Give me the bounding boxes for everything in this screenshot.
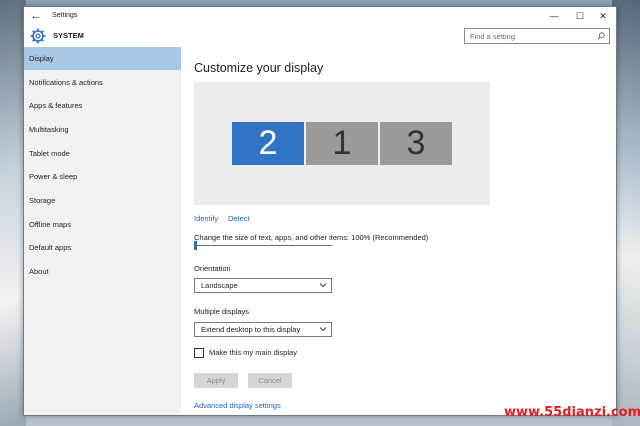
main-display-checkbox[interactable] (194, 348, 204, 358)
scale-slider-thumb[interactable] (194, 241, 197, 250)
gear-icon (30, 28, 46, 44)
sidebar-item-multitasking[interactable]: Multitasking (24, 118, 181, 141)
multiple-displays-label: Multiple displays (194, 307, 250, 316)
monitor-2[interactable]: 2 (232, 122, 304, 165)
identify-link[interactable]: Identify (194, 214, 218, 224)
maximize-button[interactable]: ☐ (569, 8, 591, 24)
watermark: www.55dianzi.com (504, 405, 640, 420)
sidebar-item-label: Display (29, 54, 54, 63)
page-title: Customize your display (194, 61, 324, 75)
sidebar-item-label: Storage (29, 196, 56, 205)
orientation-label: Orientation (194, 264, 231, 273)
sidebar-item-notifications[interactable]: Notifications & actions (24, 71, 181, 94)
sidebar-item-label: Apps & features (29, 101, 83, 110)
chevron-down-icon (319, 283, 327, 288)
sidebar-item-apps-features[interactable]: Apps & features (24, 94, 181, 117)
sidebar-item-label: About (29, 267, 49, 276)
sidebar-item-default-apps[interactable]: Default apps (24, 236, 181, 259)
multiple-displays-value: Extend desktop to this display (201, 325, 301, 334)
sidebar-item-label: Default apps (29, 243, 72, 252)
monitor-1[interactable]: 1 (306, 122, 378, 165)
sidebar-item-display[interactable]: Display (24, 47, 181, 70)
sidebar-item-storage[interactable]: Storage (24, 189, 181, 212)
settings-header: SYSTEM Find a setting (24, 25, 616, 49)
sidebar-item-label: Tablet mode (29, 149, 70, 158)
sidebar-item-offline-maps[interactable]: Offline maps (24, 213, 181, 236)
sidebar-item-label: Multitasking (29, 125, 69, 134)
apply-button[interactable]: Apply (194, 373, 238, 388)
main-content: Customize your display 2 1 3 Identify De… (181, 47, 616, 415)
back-button[interactable]: ← (28, 9, 44, 23)
settings-window: ← Settings — ☐ ✕ SYSTEM Find a setting D… (23, 6, 617, 416)
sidebar-item-tablet-mode[interactable]: Tablet mode (24, 142, 181, 165)
main-display-label: Make this my main display (209, 348, 297, 357)
orientation-dropdown[interactable]: Landscape (194, 278, 332, 293)
display-arrangement: 2 1 3 (194, 82, 490, 205)
search-placeholder: Find a setting (470, 32, 516, 41)
sidebar-item-power-sleep[interactable]: Power & sleep (24, 165, 181, 188)
advanced-display-settings-link[interactable]: Advanced display settings (194, 401, 281, 411)
sidebar-item-label: Notifications & actions (29, 78, 103, 87)
close-button[interactable]: ✕ (592, 8, 614, 24)
sidebar-item-about[interactable]: About (24, 260, 181, 283)
minimize-button[interactable]: — (543, 8, 565, 24)
search-input[interactable]: Find a setting (464, 28, 610, 44)
orientation-value: Landscape (201, 281, 238, 290)
cancel-button[interactable]: Cancel (248, 373, 292, 388)
monitor-3[interactable]: 3 (380, 122, 452, 165)
back-arrow-icon: ← (30, 10, 42, 22)
chevron-down-icon (319, 327, 327, 332)
sidebar-item-label: Offline maps (29, 220, 71, 229)
window-title: Settings (52, 12, 78, 19)
scale-slider[interactable] (194, 245, 332, 246)
sidebar-item-label: Power & sleep (29, 172, 78, 181)
sidebar: Display Notifications & actions Apps & f… (24, 47, 181, 415)
scale-label: Change the size of text, apps, and other… (194, 233, 429, 242)
multiple-displays-dropdown[interactable]: Extend desktop to this display (194, 322, 332, 337)
search-icon[interactable] (597, 32, 605, 40)
section-title: SYSTEM (53, 31, 84, 40)
detect-link[interactable]: Detect (228, 214, 250, 224)
title-bar: ← Settings — ☐ ✕ (24, 7, 616, 25)
